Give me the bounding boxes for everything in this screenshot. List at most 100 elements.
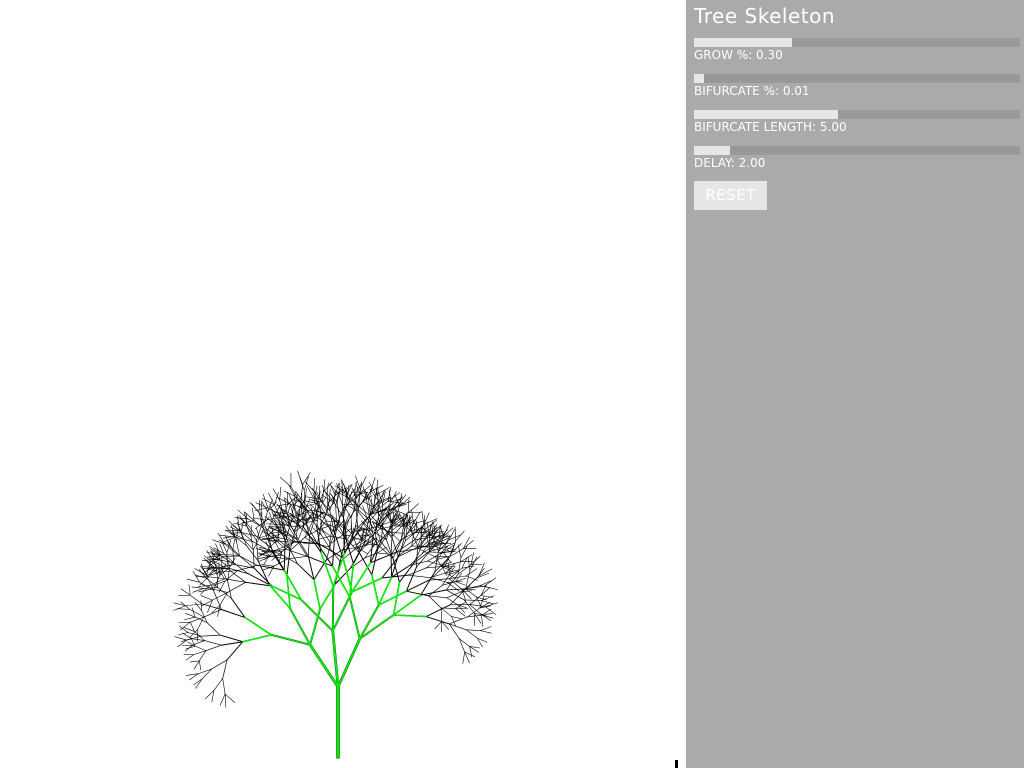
tree-branch — [200, 600, 202, 612]
tree-branch — [205, 644, 222, 652]
tree-branch — [201, 610, 208, 623]
tree-branch — [195, 678, 203, 689]
tree-trunk-highlight — [268, 583, 291, 610]
tree-branch — [173, 605, 186, 611]
tree-branch — [230, 597, 246, 619]
tree-branch — [185, 654, 194, 661]
tree-branch — [421, 510, 425, 525]
tree-canvas[interactable] — [0, 0, 686, 768]
tree-branch — [263, 556, 270, 566]
tree-branch — [338, 494, 345, 510]
tree-branch — [222, 678, 226, 695]
tree-branch — [407, 567, 427, 576]
tree-branch — [469, 646, 473, 658]
tree-branch — [198, 660, 202, 671]
tree-trunk-highlight — [348, 596, 361, 640]
delay-label: DELAY: 2.00 — [694, 156, 766, 170]
tree-branch — [323, 532, 332, 544]
tree-trunk-highlight — [392, 614, 427, 618]
tree-branch — [279, 486, 282, 501]
tree-branch — [415, 520, 418, 533]
tree-branch — [307, 555, 315, 581]
tree-branch — [220, 554, 239, 556]
tree-branch — [191, 586, 204, 589]
bifurcate-length-slider-fill — [694, 110, 838, 119]
tree-drawing — [173, 470, 498, 759]
tree-branch — [414, 536, 433, 541]
tree-trunk-highlight — [358, 614, 395, 640]
bifurcate-slider[interactable] — [694, 74, 1020, 83]
tree-branch — [326, 482, 329, 496]
tree-branch — [208, 576, 225, 580]
tree-trunk-highlight — [332, 591, 353, 632]
tree-branch — [220, 641, 244, 646]
tree-branch — [193, 660, 200, 670]
tree-branch — [405, 579, 430, 592]
tree-branch — [328, 546, 341, 562]
tree-branch — [180, 588, 191, 596]
grow-label: GROW %: 0.30 — [694, 48, 783, 62]
tree-branch — [200, 595, 213, 601]
grow-slider[interactable] — [694, 38, 1020, 47]
tree-branch — [286, 555, 308, 560]
tree-branch — [229, 557, 236, 568]
tree-branch — [420, 589, 447, 596]
tree-branch — [455, 608, 466, 617]
tree-branch — [483, 577, 497, 587]
tree-trunk-highlight — [392, 594, 422, 616]
tree-branch — [188, 584, 191, 596]
tree-branch — [462, 536, 470, 549]
delay-slider-fill — [694, 146, 730, 155]
tree-branch — [428, 595, 448, 599]
tree-branch — [194, 601, 202, 612]
reset-button[interactable]: RESET — [694, 181, 767, 210]
tree-branch — [200, 634, 221, 637]
tree-trunk-highlight — [377, 576, 393, 606]
tree-branch — [240, 519, 244, 533]
tree-trunk-highlight — [300, 598, 334, 632]
grow-slider-fill — [694, 38, 792, 47]
tree-branch — [460, 554, 473, 562]
tree-branch — [390, 536, 393, 555]
tree-trunk-highlight — [392, 581, 401, 616]
tree-trunk-highlight — [289, 607, 311, 646]
tree-branch — [480, 626, 492, 631]
tree-branch — [466, 629, 478, 639]
tree-branch — [329, 488, 331, 502]
tree-branch — [440, 607, 443, 622]
panel-title: Tree Skeleton — [694, 4, 836, 28]
tree-branch — [425, 604, 451, 618]
delay-slider[interactable] — [694, 146, 1020, 155]
tree-branch — [174, 636, 187, 641]
tree-branch — [192, 588, 204, 593]
tree-branch — [297, 470, 303, 485]
tree-branch — [481, 613, 493, 615]
tree-branch — [213, 589, 222, 610]
bifurcate-label: BIFURCATE %: 0.01 — [694, 84, 810, 98]
tree-branch — [185, 603, 203, 607]
tree-branch — [428, 595, 442, 609]
bifurcate-slider-fill — [694, 74, 704, 83]
tree-branch — [258, 499, 261, 513]
tree-branch — [185, 613, 196, 618]
tree-trunk-highlight — [377, 590, 408, 606]
tree-branch — [425, 616, 450, 625]
tree-trunk-highlight — [358, 604, 380, 640]
tree-branch — [440, 607, 452, 617]
tree-branch — [454, 526, 456, 542]
tree-branch — [462, 540, 474, 549]
tree-branch — [467, 556, 471, 571]
tree-branch — [461, 565, 475, 569]
tree-branch — [398, 512, 405, 524]
tree-branch — [211, 659, 228, 670]
tree-branch — [408, 503, 419, 513]
bifurcate-length-slider[interactable] — [694, 110, 1020, 119]
tree-branch — [462, 651, 465, 664]
bifurcate-length-label: BIFURCATE LENGTH: 5.00 — [694, 120, 847, 134]
tree-branch — [481, 614, 484, 627]
tree-branch — [344, 519, 350, 531]
tree-branch — [458, 557, 462, 575]
tree-branch — [427, 553, 441, 562]
tree-trunk-highlight — [242, 634, 273, 643]
tree-branch — [207, 599, 213, 613]
